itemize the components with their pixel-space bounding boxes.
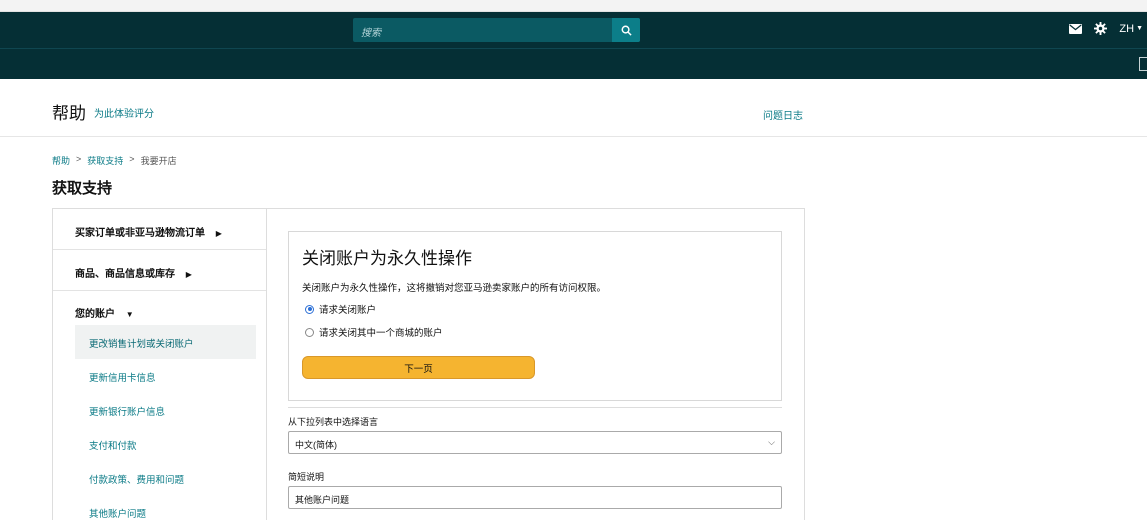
summary-input[interactable]: 其他账户问题 xyxy=(288,486,782,509)
sidebar-section-label: 您的账户 xyxy=(75,309,115,320)
support-sidebar: 买家订单或非亚马逊物流订单 ▶ 商品、商品信息或库存 ▶ 您的账户 ▼ 更改销售… xyxy=(52,208,267,520)
summary-input-value: 其他账户问题 xyxy=(295,495,350,505)
sidebar-section-account[interactable]: 您的账户 ▼ xyxy=(53,291,266,325)
browser-chrome-strip xyxy=(0,0,1147,12)
breadcrumb-separator: > xyxy=(129,154,135,164)
radio-close-account[interactable]: 请求关闭账户 xyxy=(305,302,376,316)
mail-icon[interactable] xyxy=(1069,23,1083,34)
help-header: 帮助 为此体验评分 问题日志 xyxy=(0,79,1147,137)
sidebar-section-orders[interactable]: 买家订单或非亚马逊物流订单 ▶ xyxy=(53,209,266,250)
case-log-link[interactable]: 问题日志 xyxy=(763,107,803,122)
language-selector[interactable]: ZH ▼ xyxy=(1119,23,1143,35)
sidebar-item-payment-policy[interactable]: 付款政策、费用和问题 xyxy=(75,461,256,495)
language-select-label: 从下拉列表中选择语言 xyxy=(288,417,379,427)
language-select[interactable]: 中文(简体) ⌵ xyxy=(288,431,782,454)
triangle-right-icon: ▶ xyxy=(215,229,222,238)
search-icon xyxy=(621,25,632,36)
top-navigation-bar: 搜索 ZH ▼ xyxy=(0,12,1147,48)
breadcrumb-help[interactable]: 帮助 xyxy=(52,154,70,167)
card-title: 关闭账户为永久性操作 xyxy=(302,249,472,268)
summary-label: 简短说明 xyxy=(288,472,325,482)
radio-label: 请求关闭账户 xyxy=(319,305,377,316)
sidebar-section-label: 买家订单或非亚马逊物流订单 xyxy=(75,228,205,239)
breadcrumb-get-support[interactable]: 获取支持 xyxy=(87,154,123,167)
language-label: ZH xyxy=(1119,22,1135,35)
secondary-navigation-bar xyxy=(0,48,1147,79)
sidebar-section-label: 商品、商品信息或库存 xyxy=(75,269,175,280)
next-page-button[interactable]: 下一页 xyxy=(302,356,535,379)
sidebar-item-other[interactable]: 其他账户问题 xyxy=(75,495,256,520)
divider xyxy=(288,407,782,408)
sidebar-item-change-plan[interactable]: 更改销售计划或关闭账户 xyxy=(75,325,256,359)
sidebar-item-bank-account[interactable]: 更新银行账户信息 xyxy=(75,393,256,427)
help-title: 帮助 xyxy=(52,104,86,123)
sidebar-section-products[interactable]: 商品、商品信息或库存 ▶ xyxy=(53,250,266,291)
sidebar-item-credit-card[interactable]: 更新信用卡信息 xyxy=(75,359,256,393)
breadcrumb-separator: > xyxy=(76,154,82,164)
triangle-right-icon: ▶ xyxy=(185,270,192,279)
language-select-value: 中文(简体) xyxy=(295,440,337,450)
radio-label: 请求关闭其中一个商城的账户 xyxy=(319,328,443,339)
sidebar-item-payments[interactable]: 支付和付款 xyxy=(75,427,256,461)
gear-icon[interactable] xyxy=(1094,22,1108,35)
page-title: 获取支持 xyxy=(52,180,113,197)
menu-toggle[interactable] xyxy=(1139,57,1147,71)
radio-selected-icon xyxy=(305,304,314,314)
breadcrumb: 帮助 > 获取支持 > 我要开店 xyxy=(52,154,177,167)
card-description: 关闭账户为永久性操作，这将撤销对您亚马逊卖家账户的所有访问权限。 xyxy=(302,283,607,294)
search-box[interactable]: 搜索 xyxy=(353,18,640,42)
search-input[interactable]: 搜索 xyxy=(361,24,381,39)
rate-experience-link[interactable]: 为此体验评分 xyxy=(94,105,154,120)
radio-unselected-icon xyxy=(305,327,314,337)
chevron-down-icon: ⌵ xyxy=(768,437,775,447)
close-account-card: 关闭账户为永久性操作 关闭账户为永久性操作，这将撤销对您亚马逊卖家账户的所有访问… xyxy=(288,231,782,401)
main-panel: 关闭账户为永久性操作 关闭账户为永久性操作，这将撤销对您亚马逊卖家账户的所有访问… xyxy=(267,208,805,520)
chevron-down-icon: ▼ xyxy=(1136,25,1143,32)
triangle-down-icon: ▼ xyxy=(125,310,134,319)
breadcrumb-current: 我要开店 xyxy=(140,156,177,166)
search-button[interactable] xyxy=(612,18,640,42)
radio-close-marketplace[interactable]: 请求关闭其中一个商城的账户 xyxy=(305,325,443,339)
